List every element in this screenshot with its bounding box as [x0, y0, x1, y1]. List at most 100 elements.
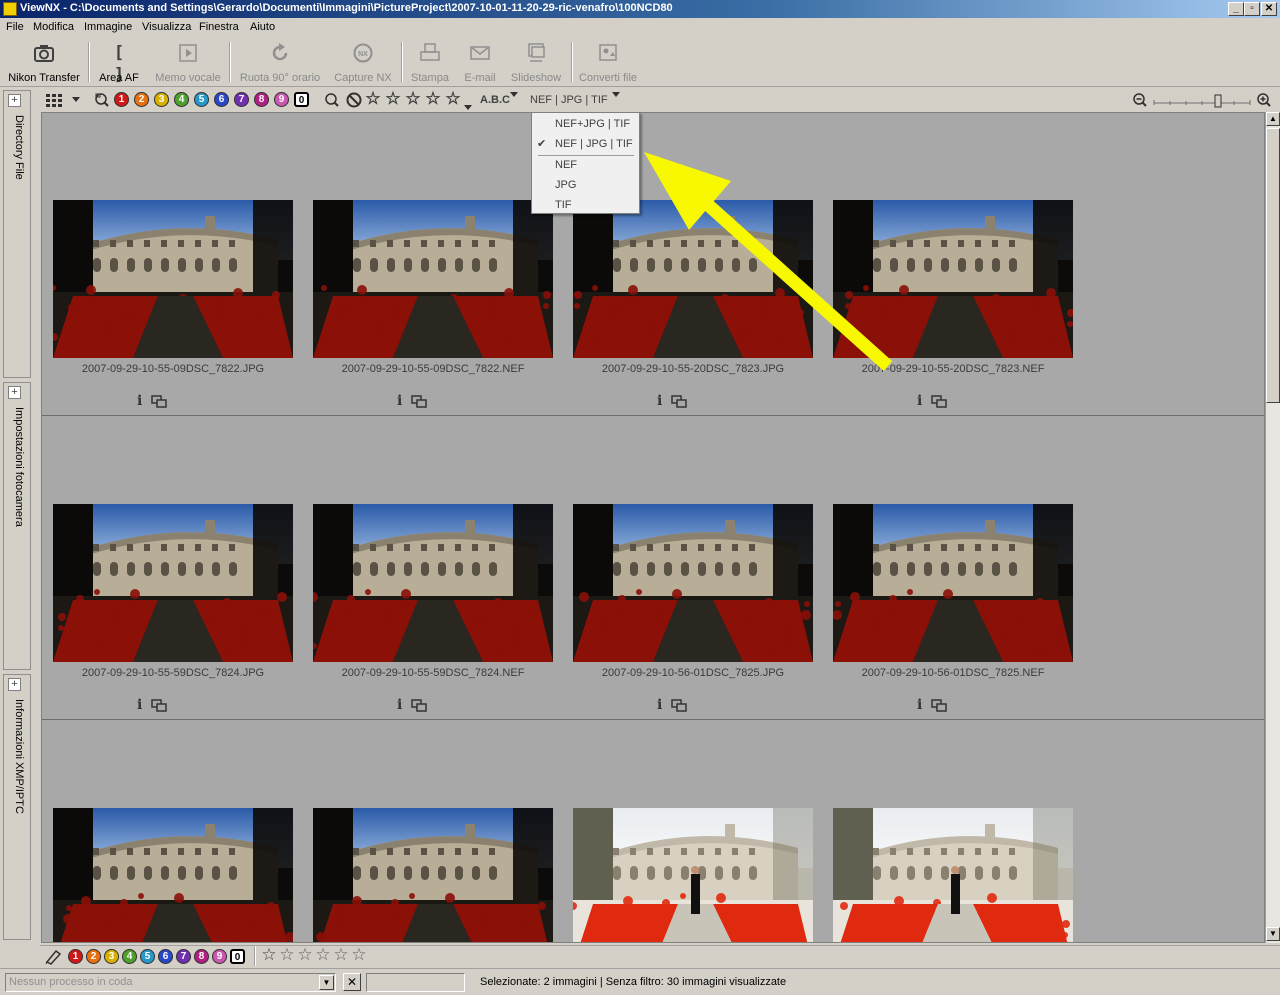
- rating-filter-star-icon[interactable]: ☆: [444, 90, 462, 108]
- info-icon[interactable]: i: [657, 393, 662, 409]
- thumbnail-image[interactable]: [573, 808, 813, 942]
- info-icon[interactable]: i: [657, 697, 662, 713]
- label-filter-7[interactable]: 7: [234, 92, 249, 107]
- thumbnail-image[interactable]: [53, 200, 293, 358]
- format-option-nef-jpg-tif[interactable]: ✔ NEF | JPG | TIF: [532, 135, 639, 153]
- rating-filter-star-icon[interactable]: ☆: [424, 90, 442, 108]
- memo-vocale-button[interactable]: Memo vocale: [152, 38, 224, 86]
- label-filter-icon[interactable]: [93, 91, 113, 109]
- assign-label-4[interactable]: 4: [122, 949, 137, 964]
- camera-settings-panel[interactable]: + Impostazioni fotocamera: [3, 382, 31, 670]
- edit-label-icon[interactable]: [44, 947, 64, 965]
- assign-label-5[interactable]: 5: [140, 949, 155, 964]
- reset-rating-icon[interactable]: ☆: [260, 946, 278, 964]
- thumbnail-image[interactable]: [313, 808, 553, 942]
- directory-file-panel[interactable]: + Directory File: [3, 90, 31, 378]
- menu-modifica[interactable]: Modifica: [33, 21, 74, 33]
- assign-label-8[interactable]: 8: [194, 949, 209, 964]
- menu-immagine[interactable]: Immagine: [84, 21, 132, 33]
- assign-label-9[interactable]: 9: [212, 949, 227, 964]
- rating-filter-star-icon[interactable]: ☆: [404, 90, 422, 108]
- cancel-process-button[interactable]: ✕: [343, 973, 361, 991]
- assign-rating-star-icon[interactable]: ☆: [314, 946, 332, 964]
- label-filter-4[interactable]: 4: [174, 92, 189, 107]
- scroll-thumb[interactable]: [1266, 128, 1280, 403]
- menu-file[interactable]: File: [6, 21, 24, 33]
- nikon-transfer-button[interactable]: Nikon Transfer: [4, 38, 84, 86]
- no-rating-icon[interactable]: [345, 91, 363, 109]
- assign-rating-star-icon[interactable]: ☆: [350, 946, 368, 964]
- thumbnail-image[interactable]: [53, 808, 293, 942]
- converti-file-button[interactable]: Converti file: [576, 38, 640, 86]
- label-filter-2[interactable]: 2: [134, 92, 149, 107]
- thumbnail-image[interactable]: [833, 504, 1073, 662]
- maximize-button[interactable]: ▫: [1244, 2, 1260, 16]
- scroll-up-arrow[interactable]: ▲: [1266, 112, 1280, 126]
- queue-dropdown-arrow[interactable]: ▼: [319, 975, 334, 990]
- rating-filter-icon[interactable]: [323, 91, 345, 109]
- rating-filter-star-icon[interactable]: ☆: [384, 90, 402, 108]
- info-icon[interactable]: i: [917, 393, 922, 409]
- assign-rating-star-icon[interactable]: ☆: [296, 946, 314, 964]
- info-icon[interactable]: i: [917, 697, 922, 713]
- slideshow-button[interactable]: Slideshow: [506, 38, 566, 86]
- thumbnail-image[interactable]: [573, 200, 813, 358]
- format-option-jpg[interactable]: JPG: [532, 176, 639, 194]
- assign-label-2[interactable]: 2: [86, 949, 101, 964]
- close-button[interactable]: ✕: [1261, 2, 1277, 16]
- menu-finestra[interactable]: Finestra: [199, 21, 239, 33]
- label-filter-5[interactable]: 5: [194, 92, 209, 107]
- format-option-nef[interactable]: NEF: [532, 156, 639, 174]
- xmp-iptc-panel[interactable]: + Informazioni XMP/IPTC: [3, 674, 31, 940]
- thumbnail-grid[interactable]: 2007-09-29-10-55-09DSC_7822.JPG i 2007-09…: [41, 112, 1265, 943]
- thumbnail-image[interactable]: [833, 808, 1073, 942]
- compare-icon[interactable]: [151, 699, 167, 712]
- capture-nx-button[interactable]: NX Capture NX: [330, 38, 396, 86]
- menu-aiuto[interactable]: Aiuto: [250, 21, 275, 33]
- zoom-slider[interactable]: [1152, 91, 1252, 109]
- compare-icon[interactable]: [931, 699, 947, 712]
- label-filter-8[interactable]: 8: [254, 92, 269, 107]
- menu-visualizza[interactable]: Visualizza: [142, 21, 191, 33]
- assign-label-7[interactable]: 7: [176, 949, 191, 964]
- assign-label-0[interactable]: 0: [230, 949, 245, 964]
- zoom-out-icon[interactable]: [1132, 91, 1148, 109]
- expand-icon[interactable]: +: [8, 386, 21, 399]
- thumbnail-image[interactable]: [833, 200, 1073, 358]
- process-queue-field[interactable]: Nessun processo in coda ▼: [5, 973, 336, 992]
- zoom-in-icon[interactable]: [1256, 91, 1272, 109]
- assign-rating-star-icon[interactable]: ☆: [332, 946, 350, 964]
- info-icon[interactable]: i: [137, 697, 142, 713]
- format-filter-button[interactable]: NEF | JPG | TIF: [530, 94, 608, 106]
- scroll-down-arrow[interactable]: ▼: [1266, 927, 1280, 941]
- thumbnail-image[interactable]: [53, 504, 293, 662]
- compare-icon[interactable]: [931, 395, 947, 408]
- assign-label-1[interactable]: 1: [68, 949, 83, 964]
- rating-filter-star-icon[interactable]: ☆: [364, 90, 382, 108]
- label-filter-9[interactable]: 9: [274, 92, 289, 107]
- vertical-scrollbar[interactable]: ▲ ▼: [1265, 112, 1280, 943]
- compare-icon[interactable]: [671, 699, 687, 712]
- format-option-nef-plus-jpg-tif[interactable]: NEF+JPG | TIF: [532, 115, 639, 133]
- view-mode-button[interactable]: [44, 91, 82, 109]
- assign-rating-star-icon[interactable]: ☆: [278, 946, 296, 964]
- thumbnail-image[interactable]: [573, 504, 813, 662]
- info-icon[interactable]: i: [397, 393, 402, 409]
- compare-icon[interactable]: [671, 395, 687, 408]
- expand-icon[interactable]: +: [8, 678, 21, 691]
- email-button[interactable]: E-mail: [458, 38, 502, 86]
- expand-icon[interactable]: +: [8, 94, 21, 107]
- compare-icon[interactable]: [151, 395, 167, 408]
- compare-icon[interactable]: [411, 699, 427, 712]
- minimize-button[interactable]: _: [1228, 2, 1244, 16]
- stampa-button[interactable]: Stampa: [406, 38, 454, 86]
- rotate-button[interactable]: Ruota 90° orario: [236, 38, 324, 86]
- area-af-button[interactable]: [ ] Area AF: [94, 38, 144, 86]
- compare-icon[interactable]: [411, 395, 427, 408]
- thumbnail-image[interactable]: [313, 200, 553, 358]
- label-filter-1[interactable]: 1: [114, 92, 129, 107]
- assign-label-3[interactable]: 3: [104, 949, 119, 964]
- label-filter-0[interactable]: 0: [294, 92, 309, 107]
- label-filter-3[interactable]: 3: [154, 92, 169, 107]
- thumbnail-image[interactable]: [313, 504, 553, 662]
